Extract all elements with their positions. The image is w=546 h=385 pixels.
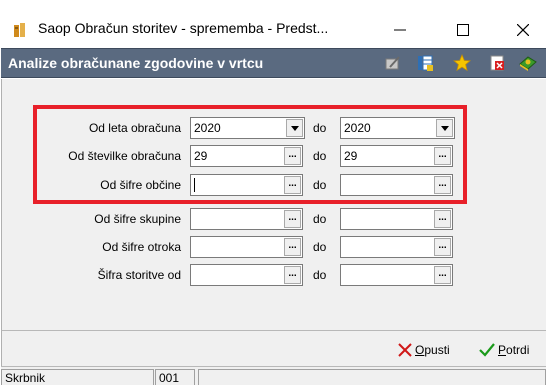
otrok-do-field[interactable]: ... (340, 236, 453, 258)
book-icon[interactable] (519, 54, 537, 72)
app-logo-icon (14, 23, 25, 37)
footer-bar (1, 330, 546, 366)
status-message (198, 369, 546, 385)
star-icon[interactable] (453, 54, 471, 72)
maximize-button[interactable] (440, 14, 486, 46)
grid-icon[interactable] (416, 54, 434, 72)
otrok-od-field[interactable]: ... (190, 236, 303, 258)
minimize-icon (394, 29, 406, 31)
pencil-icon[interactable] (384, 54, 402, 72)
close-button[interactable] (500, 14, 546, 46)
cancel-button[interactable]: Opusti (398, 341, 450, 359)
skupina-do-field[interactable]: ... (340, 208, 453, 230)
storitev-od-lookup-button[interactable]: ... (284, 266, 301, 284)
close-icon (517, 24, 529, 36)
skupina-od-field[interactable]: ... (190, 208, 303, 230)
minimize-button[interactable] (377, 14, 423, 46)
skupina-od-lookup-button[interactable]: ... (284, 210, 301, 228)
label-sifra-skupine: Od šifre skupine (94, 212, 181, 226)
confirm-label: Potrdi (498, 343, 530, 357)
storitev-do-lookup-button[interactable]: ... (434, 266, 451, 284)
confirm-button[interactable]: Potrdi (479, 341, 529, 359)
do-label: do (313, 240, 327, 254)
form-title: Analize obračunane zgodovine v vrtcu (8, 55, 264, 71)
delete-icon[interactable] (488, 54, 506, 72)
otrok-od-lookup-button[interactable]: ... (284, 238, 301, 256)
maximize-icon (457, 24, 469, 36)
do-label: do (313, 268, 327, 282)
cancel-x-icon (398, 343, 412, 357)
do-label: do (313, 212, 327, 226)
label-sifra-storitve: Šifra storitve od (97, 268, 181, 282)
status-user: Skrbnik (1, 369, 154, 385)
label-sifra-otroka: Od šifre otroka (102, 240, 181, 254)
status-bar: Skrbnik 001 (1, 366, 546, 385)
window-title: Saop Obračun storitev - sprememba - Pred… (38, 20, 329, 36)
skupina-do-lookup-button[interactable]: ... (434, 210, 451, 228)
otrok-do-lookup-button[interactable]: ... (434, 238, 451, 256)
storitev-do-field[interactable]: ... (340, 264, 453, 286)
status-code: 001 (155, 369, 195, 385)
cancel-label: Opusti (415, 343, 450, 357)
highlight-box (33, 105, 467, 204)
checkmark-icon (479, 343, 495, 357)
window-titlebar: Saop Obračun storitev - sprememba - Pred… (0, 0, 546, 46)
storitev-od-field[interactable]: ... (190, 264, 303, 286)
form-header: Analize obračunane zgodovine v vrtcu (1, 48, 546, 78)
